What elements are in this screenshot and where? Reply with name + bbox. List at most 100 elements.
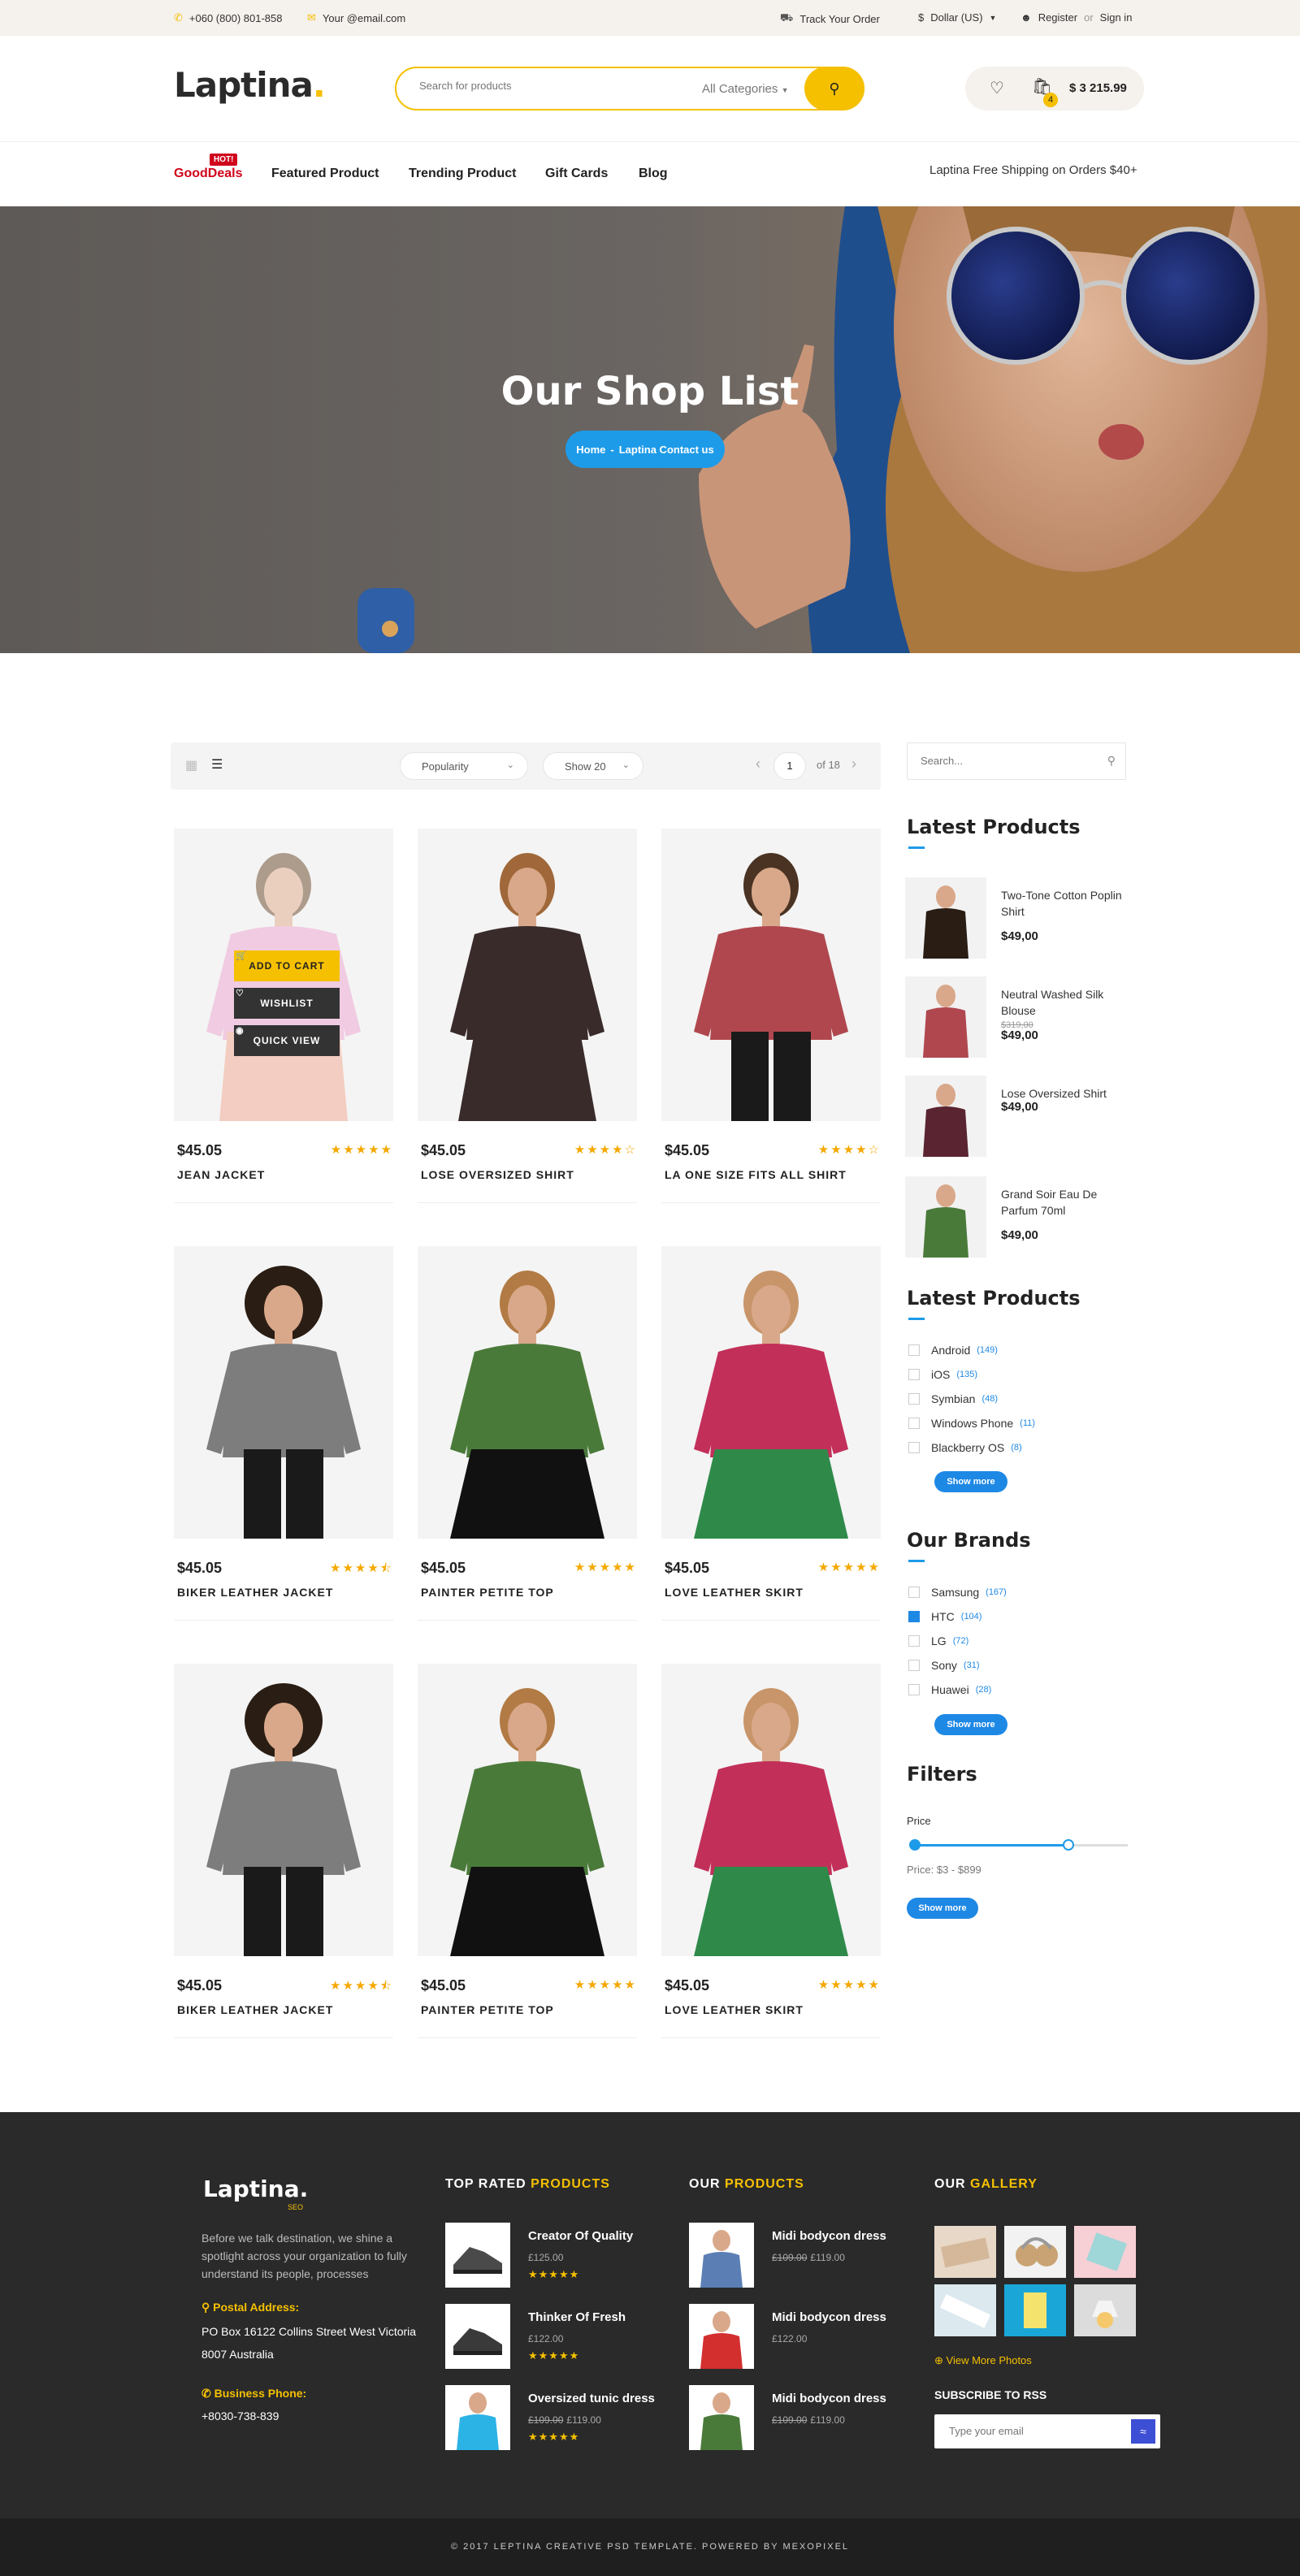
brand-filter-item[interactable]: Sony (31)	[908, 1659, 979, 1672]
checkbox[interactable]	[908, 1684, 920, 1695]
product-card[interactable]: $45.05 ★★★★★ PAINTER PETITE TOP	[418, 1246, 637, 1636]
quick-view-button[interactable]: ◉ QUICK VIEW	[234, 1025, 340, 1056]
footer-product-item[interactable]: Creator Of Quality £125.00 ★★★★★	[445, 2223, 689, 2289]
product-name[interactable]: LA ONE SIZE FITS ALL SHIRT	[665, 1168, 847, 1181]
footer-product-thumb[interactable]	[689, 2385, 754, 2450]
product-image[interactable]: 🛒 ADD TO CART ♡ WISHLIST ◉ QUICK VIEW	[174, 829, 393, 1121]
checkbox[interactable]	[908, 1418, 920, 1429]
heart-icon[interactable]: ♡	[990, 78, 1004, 98]
footer-product-thumb[interactable]	[689, 2223, 754, 2288]
cart-total[interactable]: $ 3 215.99	[1069, 81, 1127, 95]
view-more-photos-link[interactable]: ⊕ View More Photos	[934, 2354, 1032, 2367]
checkbox[interactable]	[908, 1635, 920, 1647]
product-image[interactable]	[661, 1664, 881, 1956]
nav-item-gooddeals[interactable]: GoodDeals	[174, 167, 242, 181]
latest-product-item[interactable]: Two-Tone Cotton Poplin Shirt $49,00	[905, 877, 1133, 959]
os-filter-item[interactable]: Windows Phone (11)	[908, 1417, 1035, 1430]
gallery-image[interactable]	[1004, 2226, 1066, 2278]
show-select[interactable]: Show 20 ⌄	[543, 752, 644, 780]
track-order-link[interactable]: ⛟ Track Your Order	[780, 11, 880, 26]
os-show-more-button[interactable]: Show more	[934, 1471, 1008, 1492]
footer-product-item[interactable]: Midi bodycon dress £109.00 £119.00	[689, 2223, 933, 2289]
product-card[interactable]: 🛒 ADD TO CART ♡ WISHLIST ◉ QUICK VIEW $45.05 …	[174, 829, 393, 1219]
filters-show-more-button[interactable]: Show more	[907, 1898, 978, 1919]
signin-link[interactable]: Sign in	[1100, 11, 1133, 24]
product-image[interactable]	[661, 1246, 881, 1539]
latest-product-thumb[interactable]	[905, 1176, 986, 1258]
grid-view-icon[interactable]: ▦	[185, 757, 197, 773]
checkbox[interactable]	[908, 1660, 920, 1671]
latest-product-item[interactable]: Neutral Washed Silk Blouse $319,00 $49,0…	[905, 976, 1133, 1058]
checkbox[interactable]	[908, 1587, 920, 1598]
currency-selector[interactable]: $ Dollar (US) ▼	[918, 11, 996, 24]
checkbox[interactable]	[908, 1393, 920, 1405]
price-slider-max-handle[interactable]	[1062, 1839, 1074, 1851]
product-card[interactable]: $45.05 ★★★★☆ LA ONE SIZE FITS ALL SHIRT	[661, 829, 881, 1219]
product-image[interactable]	[418, 829, 637, 1121]
latest-product-thumb[interactable]	[905, 1076, 986, 1157]
footer-product-item[interactable]: Midi bodycon dress £122.00	[689, 2304, 933, 2370]
brand-filter-item[interactable]: HTC (104)	[908, 1610, 982, 1623]
gallery-image[interactable]	[934, 2284, 996, 2336]
prev-page-icon[interactable]: ‹	[756, 755, 760, 773]
latest-product-item[interactable]: Grand Soir Eau De Parfum 70ml $49,00	[905, 1176, 1133, 1258]
footer-product-thumb[interactable]	[445, 2385, 510, 2450]
list-view-icon[interactable]: ☰	[211, 756, 223, 773]
rss-email-input[interactable]	[949, 2425, 1112, 2437]
latest-product-thumb[interactable]	[905, 976, 986, 1058]
latest-product-thumb[interactable]	[905, 877, 986, 959]
product-image[interactable]	[174, 1246, 393, 1539]
os-filter-item[interactable]: iOS (135)	[908, 1368, 977, 1381]
brands-show-more-button[interactable]: Show more	[934, 1714, 1008, 1735]
search-icon[interactable]: ⚲	[1107, 754, 1116, 768]
footer-product-item[interactable]: Midi bodycon dress £109.00 £119.00	[689, 2385, 933, 2452]
product-name[interactable]: PAINTER PETITE TOP	[421, 2003, 554, 2016]
os-filter-item[interactable]: Symbian (48)	[908, 1392, 998, 1405]
category-select[interactable]: All Categories ▼	[702, 82, 788, 96]
brand-filter-item[interactable]: LG (72)	[908, 1634, 968, 1647]
product-name[interactable]: LOVE LEATHER SKIRT	[665, 2003, 804, 2016]
next-page-icon[interactable]: ›	[852, 755, 856, 773]
price-slider-min-handle[interactable]	[909, 1839, 921, 1851]
sort-select[interactable]: Popularity ⌄	[400, 752, 528, 780]
footer-product-name[interactable]: Thinker Of Fresh	[528, 2310, 626, 2324]
phone-contact[interactable]: ✆ +060 (800) 801-858	[174, 11, 282, 24]
latest-product-name[interactable]: Neutral Washed Silk Blouse	[1001, 986, 1131, 1019]
product-name[interactable]: BIKER LEATHER JACKET	[177, 1586, 333, 1599]
brand-filter-item[interactable]: Samsung (167)	[908, 1586, 1007, 1599]
footer-product-item[interactable]: Oversized tunic dress £109.00 £119.00 ★★★…	[445, 2385, 689, 2452]
footer-product-name[interactable]: Oversized tunic dress	[528, 2392, 655, 2405]
product-card[interactable]: $45.05 ★★★★★ PAINTER PETITE TOP	[418, 1664, 637, 2054]
product-card[interactable]: $45.05 ★★★★⯪ BIKER LEATHER JACKET	[174, 1246, 393, 1636]
latest-product-item[interactable]: Lose Oversized Shirt $49,00	[905, 1076, 1133, 1157]
latest-product-name[interactable]: Lose Oversized Shirt	[1001, 1085, 1131, 1102]
footer-product-name[interactable]: Creator Of Quality	[528, 2229, 633, 2243]
product-image[interactable]	[418, 1246, 637, 1539]
os-filter-item[interactable]: Android (149)	[908, 1344, 998, 1357]
product-name[interactable]: LOVE LEATHER SKIRT	[665, 1586, 804, 1599]
wishlist-button[interactable]: ♡ WISHLIST	[234, 988, 340, 1019]
register-link[interactable]: Register	[1038, 11, 1077, 24]
search-input[interactable]	[419, 80, 687, 92]
product-card[interactable]: $45.05 ★★★★☆ LOSE OVERSIZED SHIRT	[418, 829, 637, 1219]
nav-item-featured[interactable]: Featured Product	[271, 167, 379, 181]
product-card[interactable]: $45.05 ★★★★★ LOVE LEATHER SKIRT	[661, 1246, 881, 1636]
footer-product-name[interactable]: Midi bodycon dress	[772, 2392, 886, 2405]
checkbox[interactable]	[908, 1344, 920, 1356]
checkbox[interactable]	[908, 1369, 920, 1380]
product-name[interactable]: JEAN JACKET	[177, 1168, 265, 1181]
latest-product-name[interactable]: Two-Tone Cotton Poplin Shirt	[1001, 887, 1131, 920]
os-filter-item[interactable]: Blackberry OS (8)	[908, 1441, 1022, 1454]
page-number-input[interactable]: 1	[774, 752, 806, 780]
email-contact[interactable]: ✉ Your @email.com	[307, 11, 405, 24]
product-name[interactable]: BIKER LEATHER JACKET	[177, 2003, 333, 2016]
add-to-cart-button[interactable]: 🛒 ADD TO CART	[234, 950, 340, 981]
footer-logo[interactable]: Laptina.	[203, 2176, 308, 2202]
nav-item-gift-cards[interactable]: Gift Cards	[545, 167, 608, 181]
product-image[interactable]	[418, 1664, 637, 1956]
footer-product-name[interactable]: Midi bodycon dress	[772, 2310, 886, 2324]
product-card[interactable]: $45.05 ★★★★⯪ BIKER LEATHER JACKET	[174, 1664, 393, 2054]
gallery-image[interactable]	[1004, 2284, 1066, 2336]
gallery-image[interactable]	[1074, 2226, 1136, 2278]
checkbox[interactable]	[908, 1611, 920, 1622]
